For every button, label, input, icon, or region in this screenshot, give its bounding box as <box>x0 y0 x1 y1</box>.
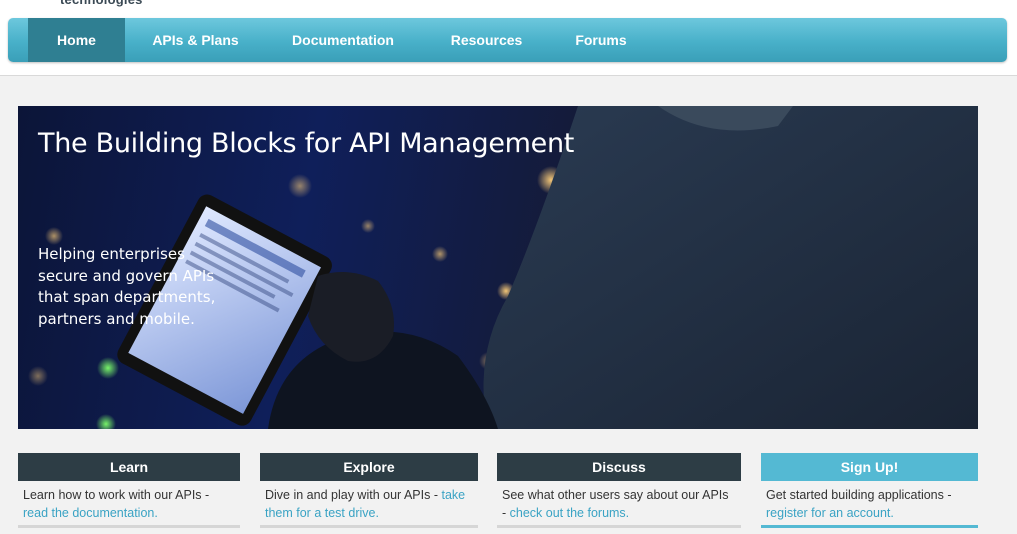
nav-documentation[interactable]: Documentation <box>288 18 398 62</box>
hero-title: The Building Blocks for API Management <box>38 128 575 159</box>
hero-banner: The Building Blocks for API Management H… <box>18 106 978 429</box>
card-discuss-body: See what other users say about our APIs … <box>497 481 741 522</box>
card-signup-text: Get started building applications - <box>766 488 952 502</box>
card-divider <box>18 525 240 528</box>
nav-forums[interactable]: Forums <box>570 18 632 62</box>
main-nav: Home APIs & Plans Documentation Resource… <box>8 18 1007 62</box>
nav-resources[interactable]: Resources <box>444 18 529 62</box>
forums-link[interactable]: check out the forums. <box>510 506 630 520</box>
card-explore-body: Dive in and play with our APIs - take th… <box>260 481 478 522</box>
card-divider <box>761 525 978 528</box>
register-account-link[interactable]: register for an account. <box>766 506 894 520</box>
card-explore: Explore Dive in and play with our APIs -… <box>260 453 478 533</box>
card-signup-body: Get started building applications - regi… <box>761 481 978 522</box>
nav-apis-plans[interactable]: APIs & Plans <box>148 18 243 62</box>
read-documentation-link[interactable]: read the documentation. <box>23 506 158 520</box>
card-learn-text: Learn how to work with our APIs - <box>23 488 210 502</box>
card-discuss: Discuss See what other users say about o… <box>497 453 741 533</box>
card-discuss-title: Discuss <box>497 453 741 481</box>
logo-text[interactable]: technologies <box>60 0 143 7</box>
card-divider <box>260 525 478 528</box>
hero-subtitle: Helping enterprises secure and govern AP… <box>38 245 216 328</box>
card-learn-body: Learn how to work with our APIs - read t… <box>18 481 240 522</box>
card-learn: Learn Learn how to work with our APIs - … <box>18 453 240 533</box>
card-explore-title: Explore <box>260 453 478 481</box>
card-signup-title[interactable]: Sign Up! <box>761 453 978 481</box>
nav-home[interactable]: Home <box>28 18 125 62</box>
card-explore-text: Dive in and play with our APIs - <box>265 488 438 502</box>
card-learn-title: Learn <box>18 453 240 481</box>
card-signup: Sign Up! Get started building applicatio… <box>761 453 978 533</box>
card-divider <box>497 525 741 528</box>
